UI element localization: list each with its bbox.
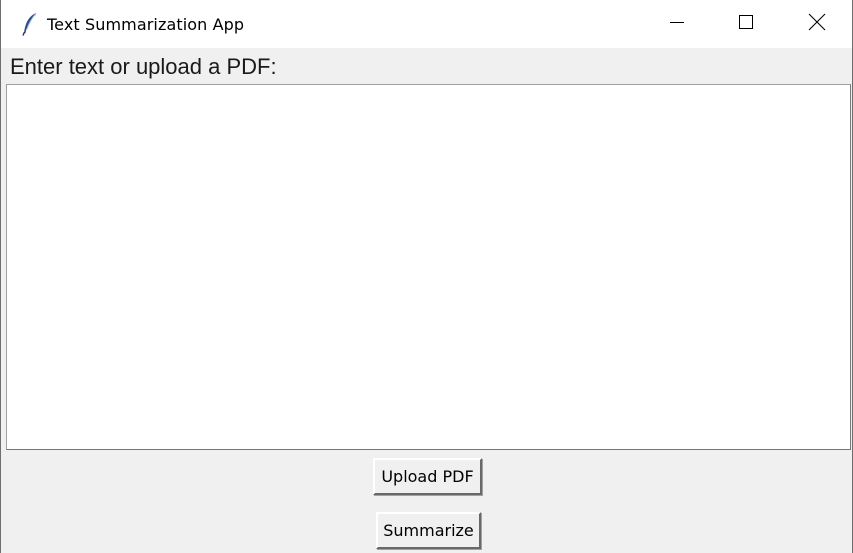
text-input-area[interactable] [6, 84, 851, 450]
maximize-button[interactable] [711, 0, 781, 48]
app-window: Text Summarization App Enter text or upl… [0, 0, 853, 553]
summarize-button[interactable]: Summarize [376, 512, 481, 549]
minimize-button[interactable] [642, 0, 712, 48]
feather-icon [20, 12, 40, 36]
window-title: Text Summarization App [47, 15, 245, 34]
input-prompt-label: Enter text or upload a PDF: [10, 54, 277, 79]
minimize-icon [669, 14, 685, 35]
close-button[interactable] [782, 0, 852, 48]
close-icon [808, 13, 826, 36]
maximize-icon [738, 14, 754, 35]
upload-pdf-button[interactable]: Upload PDF [373, 458, 482, 495]
title-bar[interactable]: Text Summarization App [1, 0, 852, 48]
